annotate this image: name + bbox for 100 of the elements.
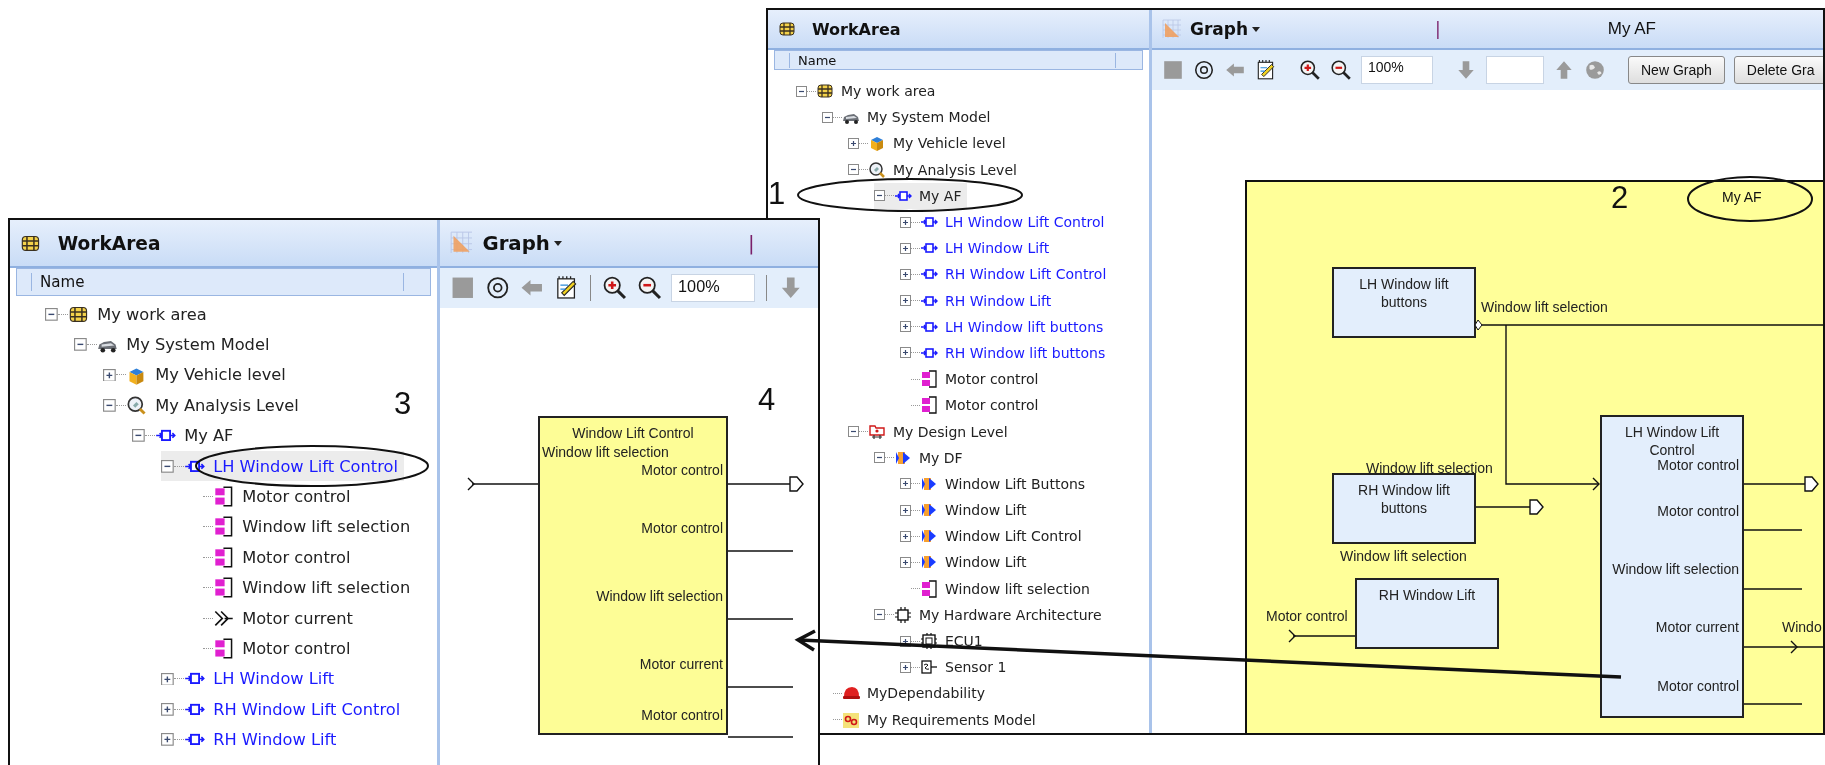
expander-icon[interactable] [874,190,885,202]
tree-item[interactable]: My Design Level [848,418,1014,445]
tree-item[interactable]: My AF [874,182,968,209]
expander-icon[interactable] [900,268,911,280]
tree-item[interactable]: RH Window Lift [161,724,343,755]
zoom-in-icon[interactable] [1299,59,1321,81]
tree-item[interactable]: My Vehicle level [848,130,1012,157]
tree-item[interactable]: RH Window Lift Control [161,694,407,725]
function-block[interactable]: LH Window lift buttons [1332,267,1476,338]
graph-menu[interactable]: Graph [482,231,562,255]
port-label: Motor control [641,707,723,723]
function-block[interactable]: Window Lift Control Window lift selection Motor control Motor control Window lift selection Motor current Motor control [538,416,728,735]
tree-item[interactable]: My Vehicle level [103,359,292,391]
expander-icon[interactable] [161,702,174,716]
tree-item[interactable]: My Requirements Model [822,706,1042,733]
expander-icon[interactable] [874,609,885,621]
notepad-icon[interactable] [1255,59,1277,81]
tree-item[interactable]: My AF [132,420,240,451]
step-number: 4 [758,382,776,418]
tree-item[interactable]: Sensor 1 [900,654,1013,681]
tree-item[interactable]: My work area [45,299,213,330]
graph-menu[interactable]: Graph [1190,19,1261,39]
expander-icon[interactable] [900,530,911,542]
expander-icon[interactable] [900,321,911,333]
expander-icon[interactable] [900,216,911,228]
tree-item[interactable]: My DF [874,444,969,471]
expander-icon[interactable] [900,556,911,568]
expander-icon[interactable] [848,164,859,176]
toolbar-button[interactable]: Delete Gra [1733,56,1823,84]
expander-icon[interactable] [900,347,911,359]
tree-item[interactable]: My System Model [822,104,997,131]
zoom-out-icon[interactable] [636,275,663,301]
tree-item[interactable]: Window lift selection [190,572,417,603]
tree-item[interactable]: LH Window lift buttons [900,313,1110,340]
tree-item[interactable]: Motor control [190,481,357,512]
expander-icon[interactable] [796,85,807,97]
function-block[interactable]: RH Window Lift [1355,578,1499,649]
function-block[interactable]: RH Window lift buttons [1332,473,1476,544]
input-field[interactable]: 100% [1361,56,1433,84]
zoom-out-icon[interactable] [1330,59,1352,81]
tree-item[interactable]: RH Window Lift [900,287,1058,314]
grid-icon [778,20,796,38]
expander-icon[interactable] [900,504,911,516]
target-icon[interactable] [484,275,511,301]
tree-item[interactable]: Motor control [900,366,1045,393]
tree-item[interactable]: My Analysis Level [848,156,1023,183]
tree-item[interactable]: RH Window Lift Control [900,261,1113,288]
port-icon [213,486,235,507]
port-label: Motor control [1657,457,1739,473]
tree-item[interactable]: MyDependability [822,680,991,707]
zoom-in-icon[interactable] [602,275,628,301]
tree-item[interactable]: My Analysis Level [103,390,305,421]
expander-icon[interactable] [900,635,911,647]
expander-icon[interactable] [45,307,58,321]
chip-icon [920,632,938,651]
expander-icon[interactable] [848,426,859,438]
tree-item[interactable]: Window lift selection [900,575,1096,602]
expander-icon[interactable] [874,452,885,464]
connector [1288,629,1356,643]
toolbar-button[interactable]: New Graph [1628,56,1725,84]
tree-item[interactable]: Window Lift Buttons [900,470,1092,497]
tree-item[interactable]: ECU1 [900,627,989,655]
tree-item[interactable]: Motor control [190,542,357,573]
expander-icon[interactable] [900,295,911,307]
tree-item[interactable]: Motor current [190,602,359,634]
expander-icon[interactable] [161,733,174,747]
expander-icon[interactable] [103,399,116,412]
tree-item[interactable]: Motor control [190,633,357,664]
caret-icon [553,240,562,246]
tree-item[interactable]: Window lift selection [190,511,417,543]
expander-icon[interactable] [900,242,911,254]
input-field[interactable] [1486,56,1544,84]
tree-item[interactable]: LH Window Lift Control [161,450,404,482]
expander-icon[interactable] [161,459,174,473]
function-block[interactable]: LH Window Lift Control Motor control Motor control Window lift selection Motor current Motor control [1600,415,1744,718]
input-field[interactable]: 100% [671,274,755,302]
expander-icon[interactable] [900,661,911,673]
expander-icon[interactable] [132,429,145,443]
tree-item[interactable]: My System Model [74,329,276,360]
expander-icon[interactable] [822,111,833,123]
expander-icon[interactable] [161,672,174,686]
tree-item[interactable]: RH Window lift buttons [900,339,1112,367]
tree-item[interactable]: LH Window Lift Control [900,208,1111,236]
folder-icon [868,422,886,441]
port-label: Window lift selection [1340,548,1467,564]
target-icon[interactable] [1193,59,1215,81]
tree-item[interactable]: Window Lift [900,549,1033,576]
port-label: Motor control [641,520,723,536]
expander-icon[interactable] [74,338,87,351]
text-cursor: | [748,231,755,255]
expander-icon[interactable] [900,478,911,490]
expander-icon[interactable] [103,368,116,382]
tree-item[interactable]: Window Lift [900,497,1033,524]
tree-item[interactable]: My Hardware Architecture [874,601,1108,628]
tree-item[interactable]: Window Lift Control [900,523,1088,550]
tree-item[interactable]: LH Window Lift [900,235,1056,262]
tree-item[interactable]: LH Window Lift [161,663,341,695]
tree-item[interactable]: Motor control [900,392,1045,419]
expander-icon[interactable] [848,137,859,149]
tree-item[interactable]: My work area [796,78,942,105]
